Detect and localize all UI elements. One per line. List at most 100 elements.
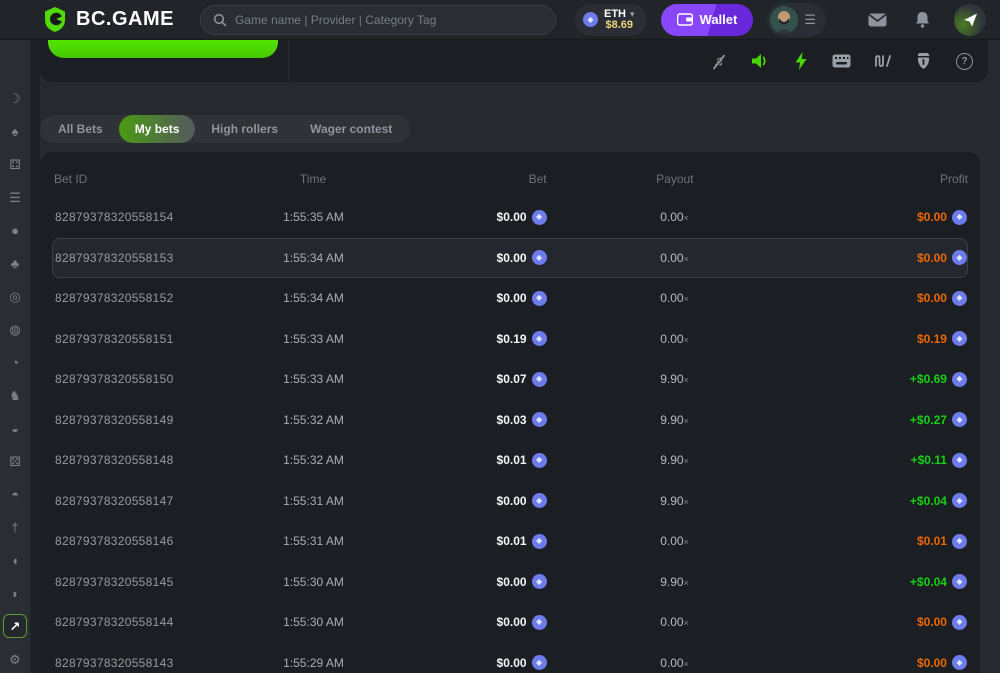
sidebar-item-shell[interactable]: ◗ [3, 581, 27, 605]
table-header: Bet ID Time Bet Payout Profit [52, 152, 968, 197]
bet-row[interactable]: 82879378320558145 1:55:30 AM $0.00 9.90×… [52, 562, 968, 603]
payout-multiplier: 0.00 [660, 534, 684, 549]
bet-row[interactable]: 82879378320558147 1:55:31 AM $0.00 9.90×… [52, 481, 968, 522]
eth-coin-icon [531, 331, 547, 347]
multiplier-suffix: × [683, 415, 689, 426]
tab-high-rollers[interactable]: High rollers [195, 115, 294, 143]
bet-amount: $0.00 [496, 615, 527, 630]
balance-amount: $8.69 [605, 18, 634, 31]
eth-coin-icon [951, 290, 967, 306]
currency-selector[interactable]: ETH ▾ $8.69 [575, 3, 647, 36]
baccarat-icon: ⚄ [9, 453, 21, 469]
fairness-icon[interactable] [914, 52, 933, 71]
eth-coin-icon [951, 209, 967, 225]
trends-icon[interactable] [873, 52, 892, 71]
avatar [770, 5, 799, 34]
bet-id: 82879378320558145 [55, 574, 174, 589]
bet-row[interactable]: 82879378320558146 1:55:31 AM $0.01 0.00×… [52, 521, 968, 562]
help-icon[interactable]: ? [955, 52, 974, 71]
bet-row[interactable]: 82879378320558153 1:55:34 AM $0.00 0.00×… [52, 237, 968, 278]
search-bar[interactable] [199, 4, 556, 35]
shell-icon: ◗ [11, 585, 19, 601]
tab-my-bets[interactable]: My bets [118, 115, 196, 143]
top-navbar: BC.GAME ETH ▾ $8.69 [0, 0, 1000, 40]
sidebar-item-ufo[interactable]: ◖ [3, 548, 27, 572]
profit-amount: $0.01 [916, 534, 947, 549]
eth-coin-icon [583, 12, 598, 27]
eth-coin-icon [531, 371, 547, 387]
profit-amount: +$0.04 [909, 493, 947, 508]
sidebar-item-crash[interactable]: ↗ [3, 614, 27, 638]
sidebar-item-wheel[interactable]: ◎ [3, 284, 27, 308]
profile-menu[interactable]: ☰ [767, 2, 826, 37]
bet-id: 82879378320558147 [55, 493, 174, 508]
bet-time: 1:55:35 AM [283, 210, 344, 225]
eth-coin-icon [531, 533, 547, 549]
logo[interactable]: BC.GAME [42, 6, 174, 33]
sidebar-item-cards[interactable]: ♠ [3, 119, 27, 143]
sidebar-item-mango[interactable]: ● [3, 218, 27, 242]
bet-id: 82879378320558143 [55, 655, 174, 670]
col-time: Time [299, 171, 327, 186]
multiplier-suffix: × [683, 334, 689, 345]
hotkeys-icon[interactable] [832, 52, 851, 71]
bet-row[interactable]: 82879378320558148 1:55:32 AM $0.01 9.90×… [52, 440, 968, 481]
payout-multiplier: 9.90 [660, 574, 684, 589]
eth-coin-icon [531, 412, 547, 428]
col-bet-id: Bet ID [54, 171, 88, 186]
turbo-bet-icon[interactable] [791, 52, 810, 71]
bet-row[interactable]: 82879378320558149 1:55:32 AM $0.03 9.90×… [52, 400, 968, 441]
sidebar-item-egg[interactable]: ◍ [3, 317, 27, 341]
multiplier-suffix: × [683, 456, 689, 467]
mail-icon[interactable] [868, 13, 887, 27]
profit-amount: +$0.04 [909, 574, 947, 589]
bet-amount: $0.00 [496, 574, 527, 589]
bet-amount: $0.19 [496, 331, 527, 346]
music-muted-icon[interactable]: ♫ [709, 52, 728, 71]
search-input[interactable] [234, 12, 543, 27]
sidebar-item-keno[interactable]: ◓ [3, 482, 27, 506]
eth-coin-icon [531, 290, 547, 306]
coinflip-icon: ◔ [11, 354, 19, 370]
bet-row[interactable]: 82879378320558152 1:55:34 AM $0.00 0.00×… [52, 278, 968, 319]
bet-time: 1:55:33 AM [283, 372, 344, 387]
payout-multiplier: 9.90 [660, 372, 684, 387]
bets-table-panel: Bet ID Time Bet Payout Profit 8287937832… [40, 152, 980, 673]
sound-on-icon[interactable] [750, 52, 769, 71]
bell-icon[interactable] [915, 11, 930, 28]
sidebar-item-plinko[interactable]: ☰ [3, 185, 27, 209]
bet-amount: $0.07 [496, 372, 527, 387]
sidebar-item-crab[interactable]: ♞ [3, 383, 27, 407]
menu-icon: ☰ [804, 11, 816, 27]
sidebar-item-comet[interactable]: ☽ [3, 86, 27, 110]
eth-coin-icon [531, 493, 547, 509]
bet-row[interactable]: 82879378320558150 1:55:33 AM $0.07 9.90×… [52, 359, 968, 400]
plinko-icon: ☰ [9, 189, 21, 205]
payout-multiplier: 9.90 [660, 412, 684, 427]
support-chat-icon[interactable] [954, 3, 986, 36]
wallet-button[interactable]: Wallet [660, 3, 754, 36]
sidebar-item-sword[interactable]: † [3, 515, 27, 539]
col-payout: Payout [656, 171, 694, 186]
sidebar-item-baccarat[interactable]: ⚄ [3, 449, 27, 473]
bet-row[interactable]: 82879378320558143 1:55:29 AM $0.00 0.00×… [52, 643, 968, 673]
bet-time: 1:55:32 AM [283, 412, 344, 427]
tab-all-bets[interactable]: All Bets [42, 115, 119, 143]
bet-row[interactable]: 82879378320558144 1:55:30 AM $0.00 0.00×… [52, 602, 968, 643]
sidebar-item-dice[interactable]: ⚃ [3, 152, 27, 176]
payout-multiplier: 0.00 [660, 210, 684, 225]
sidebar-item-ball[interactable]: ◒ [3, 416, 27, 440]
multiplier-suffix: × [683, 658, 689, 669]
bet-button[interactable] [48, 40, 278, 58]
sidebar-item-slots[interactable]: ⚙ [3, 647, 27, 671]
bet-row[interactable]: 82879378320558151 1:55:33 AM $0.19 0.00×… [52, 319, 968, 360]
bets-tabs: All Bets My bets High rollers Wager contest [40, 115, 411, 143]
eth-coin-icon [531, 614, 547, 630]
profit-amount: $0.00 [916, 210, 947, 225]
eth-coin-icon [531, 209, 547, 225]
tab-wager-contest[interactable]: Wager contest [294, 115, 408, 143]
bcgame-logo-icon [42, 6, 68, 33]
sidebar-item-coinflip[interactable]: ◔ [3, 350, 27, 374]
sidebar-item-claw[interactable]: ♣ [3, 251, 27, 275]
bet-row[interactable]: 82879378320558154 1:55:35 AM $0.00 0.00×… [52, 197, 968, 238]
